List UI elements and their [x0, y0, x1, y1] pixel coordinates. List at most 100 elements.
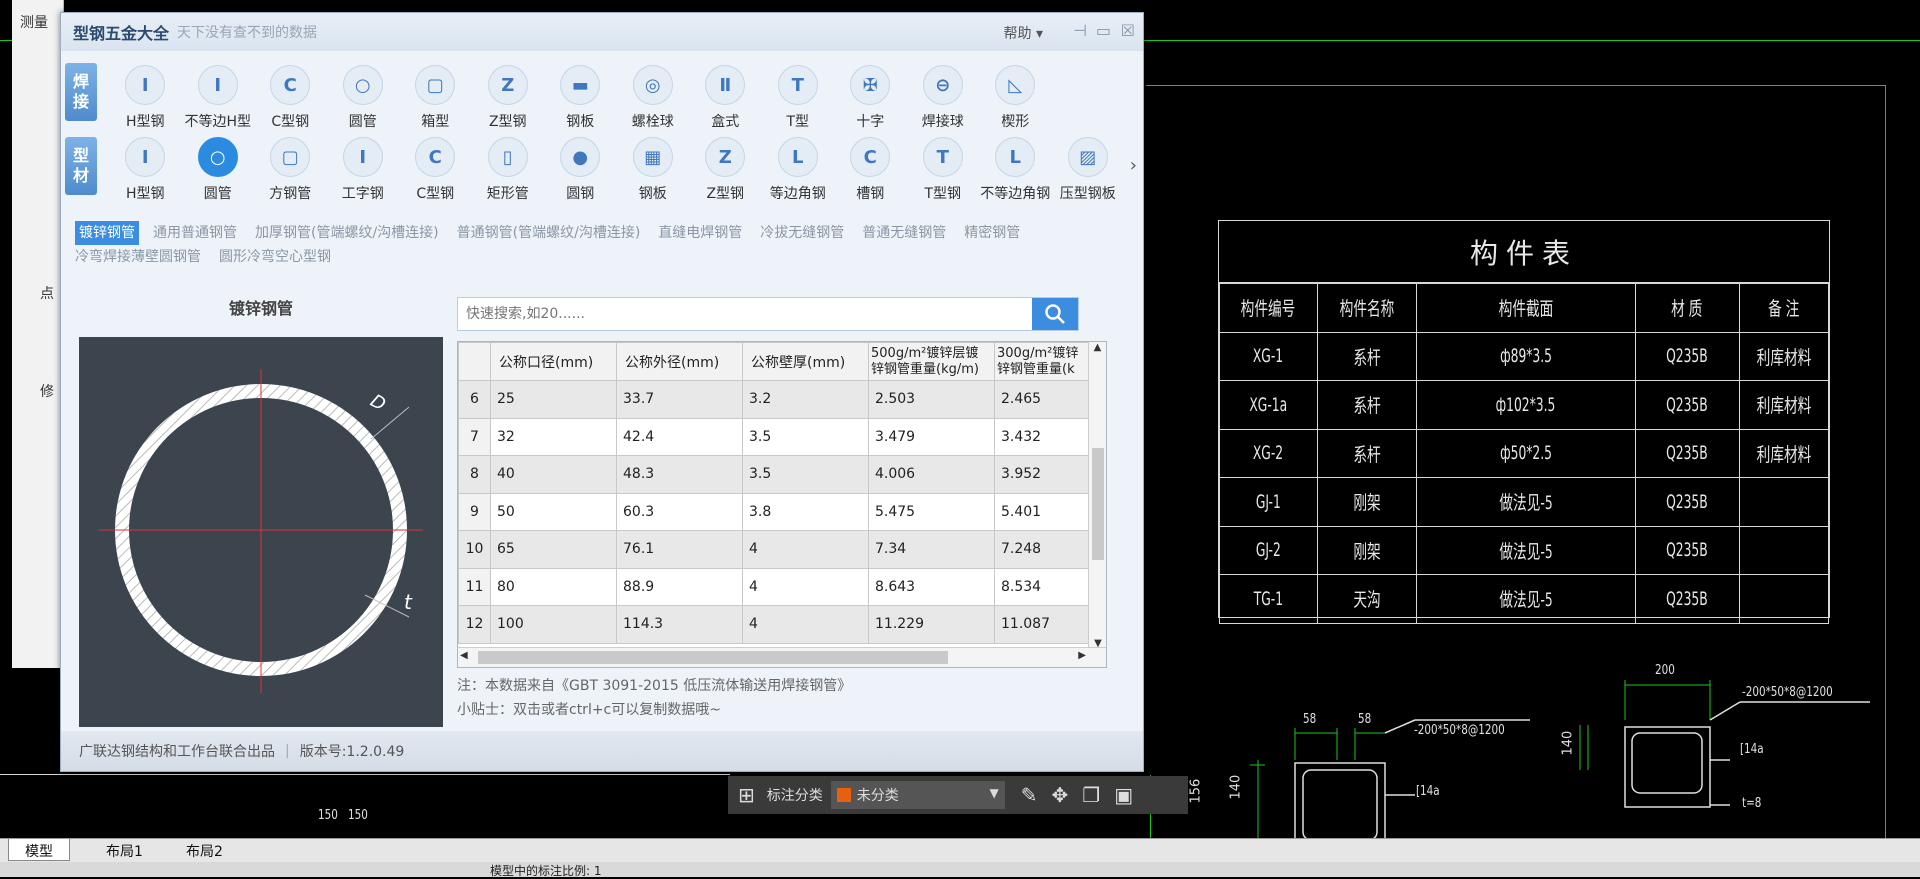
profile-shape-round-tube[interactable]: ○ 圆管 — [182, 137, 255, 203]
tab-layout1[interactable]: 布局1 — [90, 839, 159, 861]
strip-item-point[interactable]: 点 — [40, 283, 54, 303]
vertical-scrollbar[interactable]: ▲ ▼ — [1088, 342, 1106, 649]
table-cell[interactable]: 42.4 — [616, 417, 743, 456]
table-row[interactable]: 10 65 76.1 4 7.34 7.248 — [458, 530, 1095, 569]
table-cell[interactable]: 3.8 — [742, 492, 869, 531]
table-cell[interactable]: 76.1 — [616, 530, 743, 569]
table-cell[interactable]: 32 — [490, 417, 617, 456]
profile-shape-z-section[interactable]: Z Z型钢 — [689, 137, 762, 203]
move-icon[interactable]: ✥ — [1052, 783, 1069, 807]
profile-shape-channel[interactable]: C 槽钢 — [834, 137, 907, 203]
tab-layout2[interactable]: 布局2 — [170, 839, 239, 861]
table-cell[interactable]: 48.3 — [616, 455, 743, 494]
table-cell[interactable]: 2.465 — [994, 380, 1095, 419]
profile-shape-equal-angle[interactable]: L 等边角钢 — [762, 137, 835, 203]
scroll-thumb-h[interactable] — [478, 651, 948, 664]
category-item[interactable]: 通用普通钢管 — [153, 221, 237, 245]
table-cell[interactable]: 80 — [490, 567, 617, 606]
row-number[interactable]: 9 — [458, 492, 491, 531]
category-item[interactable]: 直缝电焊钢管 — [658, 221, 742, 245]
table-cell[interactable]: 3.5 — [742, 455, 869, 494]
table-cell[interactable]: 5.401 — [994, 492, 1095, 531]
table-cell[interactable]: 4.006 — [868, 455, 995, 494]
profile-shape-i-beam[interactable]: I 工字钢 — [327, 137, 400, 203]
row-number[interactable]: 6 — [458, 380, 491, 419]
tab-welded[interactable]: 焊接 — [65, 63, 97, 121]
minimize-icon[interactable]: ▭ — [1096, 21, 1111, 40]
profile-shape-round-bar[interactable]: ● 圆钢 — [544, 137, 617, 203]
scroll-up-icon[interactable]: ▲ — [1089, 342, 1106, 353]
table-cell[interactable]: 65 — [490, 530, 617, 569]
column-header[interactable]: 公称壁厚(mm) — [742, 342, 869, 381]
column-header[interactable]: 公称外径(mm) — [616, 342, 743, 381]
category-item[interactable]: 镀锌钢管 — [75, 221, 139, 245]
column-header[interactable]: 公称口径(mm) — [490, 342, 617, 381]
profile-shape-t-section[interactable]: T T型钢 — [907, 137, 980, 203]
title-bar[interactable]: 型钢五金大全 天下没有查不到的数据 帮助 ▾ ⊣ ▭ ☒ — [61, 13, 1143, 51]
row-number[interactable]: 11 — [458, 567, 491, 606]
scroll-right-icon[interactable]: ▶ — [1078, 650, 1086, 661]
scroll-thumb[interactable] — [1092, 448, 1104, 560]
table-cell[interactable]: 3.5 — [742, 417, 869, 456]
welded-shape-wedge[interactable]: ◺ 楔形 — [979, 65, 1052, 131]
close-icon[interactable]: ☒ — [1121, 21, 1135, 40]
table-cell[interactable]: 5.475 — [868, 492, 995, 531]
welded-shape-c-section[interactable]: C C型钢 — [254, 65, 327, 131]
category-item[interactable]: 冷拔无缝钢管 — [760, 221, 844, 245]
table-cell[interactable]: 3.432 — [994, 417, 1095, 456]
row-number[interactable]: 7 — [458, 417, 491, 456]
search-input[interactable] — [458, 298, 1018, 330]
welded-shape-box-section[interactable]: ▢ 箱型 — [399, 65, 472, 131]
table-cell[interactable]: 88.9 — [616, 567, 743, 606]
copy-icon[interactable]: ❐ — [1082, 783, 1100, 807]
pin-icon[interactable]: ⊣ — [1073, 21, 1087, 40]
welded-shape-round-tube[interactable]: ○ 圆管 — [327, 65, 400, 131]
category-item[interactable]: 普通无缝钢管 — [862, 221, 946, 245]
table-cell[interactable]: 11.087 — [994, 605, 1095, 644]
welded-shape-steel-plate[interactable]: ▬ 钢板 — [544, 65, 617, 131]
profile-shape-rect-tube[interactable]: ▯ 矩形管 — [472, 137, 545, 203]
welded-shape-welded-ball[interactable]: ⊖ 焊接球 — [907, 65, 980, 131]
column-header[interactable]: 500g/m²镀锌层镀 锌钢管重量(kg/m) — [868, 342, 995, 381]
table-cell[interactable]: 100 — [490, 605, 617, 644]
chevron-right-icon[interactable]: › — [1130, 155, 1137, 176]
scroll-left-icon[interactable]: ◀ — [460, 650, 468, 661]
table-cell[interactable]: 2.503 — [868, 380, 995, 419]
category-item[interactable]: 精密钢管 — [964, 221, 1020, 245]
welded-shape-cross-section[interactable]: ✠ 十字 — [834, 65, 907, 131]
table-row[interactable]: 12 100 114.3 4 11.229 11.087 — [458, 605, 1095, 644]
table-cell[interactable]: 8.534 — [994, 567, 1095, 606]
help-menu[interactable]: 帮助 ▾ — [1004, 23, 1043, 43]
table-cell[interactable]: 4 — [742, 530, 869, 569]
row-number[interactable]: 12 — [458, 605, 491, 644]
table-row[interactable]: 11 80 88.9 4 8.643 8.534 — [458, 567, 1095, 606]
table-row[interactable]: 7 32 42.4 3.5 3.479 3.432 — [458, 417, 1095, 456]
table-cell[interactable]: 7.248 — [994, 530, 1095, 569]
category-item[interactable]: 普通钢管(管端螺纹/沟槽连接) — [457, 221, 641, 245]
table-cell[interactable]: 11.229 — [868, 605, 995, 644]
table-cell[interactable]: 40 — [490, 455, 617, 494]
row-number[interactable]: 8 — [458, 455, 491, 494]
table-cell[interactable]: 25 — [490, 380, 617, 419]
table-cell[interactable]: 3.952 — [994, 455, 1095, 494]
profile-shape-h-beam[interactable]: I H型钢 — [109, 137, 182, 203]
column-header[interactable]: 300g/m²镀锌 锌钢管重量(k — [994, 342, 1095, 381]
table-cell[interactable]: 4 — [742, 605, 869, 644]
profile-shape-c-section[interactable]: C C型钢 — [399, 137, 472, 203]
welded-shape-h-beam[interactable]: I H型钢 — [109, 65, 182, 131]
strip-item-modify[interactable]: 修 — [40, 381, 54, 401]
table-cell[interactable]: 114.3 — [616, 605, 743, 644]
table-cell[interactable]: 4 — [742, 567, 869, 606]
table-cell[interactable]: 3.2 — [742, 380, 869, 419]
table-cell[interactable]: 8.643 — [868, 567, 995, 606]
table-row[interactable]: 6 25 33.7 3.2 2.503 2.465 — [458, 380, 1095, 419]
table-row[interactable]: 8 40 48.3 3.5 4.006 3.952 — [458, 455, 1095, 494]
welded-shape-z-section[interactable]: Z Z型钢 — [472, 65, 545, 131]
profile-shape-unequal-angle[interactable]: L 不等边角钢 — [979, 137, 1052, 203]
table-cell[interactable]: 50 — [490, 492, 617, 531]
table-cell[interactable]: 3.479 — [868, 417, 995, 456]
edit-icon[interactable]: ✎ — [1021, 783, 1038, 807]
welded-shape-box-type[interactable]: Ⅱ 盒式 — [689, 65, 762, 131]
row-number[interactable]: 10 — [458, 530, 491, 569]
table-row[interactable]: 9 50 60.3 3.8 5.475 5.401 — [458, 492, 1095, 531]
